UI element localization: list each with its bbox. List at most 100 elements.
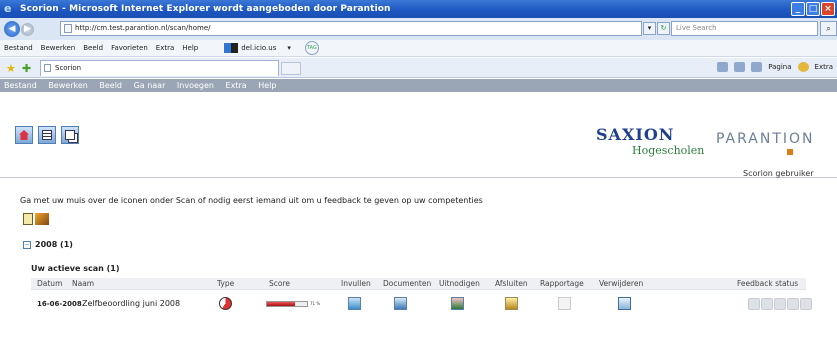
- extra-menu[interactable]: Extra: [815, 63, 833, 71]
- home-button[interactable]: [15, 126, 33, 144]
- refresh-icon[interactable]: ↻: [657, 22, 670, 35]
- feedback-status-icon: [787, 298, 799, 310]
- tab-label: Scorion: [55, 64, 82, 72]
- back-icon[interactable]: ◀: [4, 21, 20, 37]
- page-icon: [44, 64, 51, 72]
- saxion-wordmark: SAXION: [596, 125, 675, 144]
- app-menu-extra[interactable]: Extra: [226, 81, 247, 90]
- clipboard-icon[interactable]: [23, 213, 33, 225]
- copy-button[interactable]: [61, 126, 79, 144]
- list-button[interactable]: [38, 126, 56, 144]
- instruction-text: Ga met uw muis over de iconen onder Scan…: [20, 196, 483, 205]
- score-bar: [266, 301, 308, 307]
- app-menu-bar: Bestand Bewerken Beeld Ga naar Invoegen …: [0, 79, 837, 92]
- score-percentage: 71 %: [310, 301, 321, 306]
- col-verwijderen: Verwijderen: [599, 279, 644, 288]
- col-afsluiten: Afsluiten: [495, 279, 528, 288]
- app-menu-bestand[interactable]: Bestand: [4, 81, 37, 90]
- minimize-icon[interactable]: _: [791, 2, 805, 16]
- extra-gear-icon: [797, 62, 809, 72]
- active-scan-heading: Uw actieve scan (1): [31, 264, 120, 273]
- invite-people-icon[interactable]: [451, 297, 464, 310]
- tag-button[interactable]: TAG: [304, 41, 319, 55]
- menu-help[interactable]: Help: [182, 44, 198, 52]
- score-bar-fill: [267, 302, 296, 306]
- tab-bar: ★ ✚ Scorion Pagina Extra: [0, 58, 837, 78]
- saxion-subtitle: Hogescholen: [632, 144, 705, 157]
- col-documenten: Documenten: [383, 279, 432, 288]
- new-tab-button[interactable]: [281, 62, 301, 75]
- col-naam: Naam: [72, 279, 95, 288]
- documents-icon[interactable]: [394, 297, 407, 310]
- house-icon: [19, 130, 29, 140]
- table-row[interactable]: 16-06-2008 Zelfbeoordling juni 2008 71 %: [31, 292, 812, 316]
- pagina-menu[interactable]: Pagina: [768, 63, 791, 71]
- maximize-icon[interactable]: □: [806, 2, 820, 16]
- col-feedback-status: Feedback status: [737, 279, 799, 288]
- window-title: Scorion - Microsoft Internet Explorer wo…: [20, 4, 391, 14]
- feeds-icon[interactable]: [734, 62, 746, 72]
- app-menu-ga-naar[interactable]: Ga naar: [134, 81, 166, 90]
- forward-icon[interactable]: ▶: [21, 22, 34, 36]
- menu-bestand[interactable]: Bestand: [4, 44, 33, 52]
- lock-icon[interactable]: [505, 297, 518, 310]
- close-icon[interactable]: ×: [821, 2, 835, 16]
- app-menu-help[interactable]: Help: [258, 81, 276, 90]
- menu-bewerken[interactable]: Bewerken: [41, 44, 76, 52]
- command-bar: Pagina Extra: [717, 62, 833, 72]
- col-type: Type: [217, 279, 235, 288]
- print-icon[interactable]: [751, 62, 763, 72]
- year-group-header[interactable]: − 2008 (1): [23, 240, 73, 249]
- col-rapportage: Rapportage: [540, 279, 584, 288]
- action-icons: [23, 213, 49, 225]
- table-header: Datum Naam Type Score Invullen Documente…: [31, 278, 806, 290]
- app-menu-beeld[interactable]: Beeld: [99, 81, 122, 90]
- pie-chart-icon[interactable]: [219, 297, 232, 310]
- delicious-icon: [224, 43, 239, 53]
- copy-icon: [65, 130, 75, 140]
- user-name[interactable]: Scorion gebruiker: [743, 169, 814, 178]
- url-text: http://cm.test.parantion.nl/scan/home/: [75, 24, 211, 32]
- app-menu-bewerken[interactable]: Bewerken: [48, 81, 88, 90]
- menu-favorieten[interactable]: Favorieten: [111, 44, 148, 52]
- favorites-star-icon[interactable]: ★: [6, 62, 16, 75]
- menu-extra[interactable]: Extra: [156, 44, 174, 52]
- tab-scorion[interactable]: Scorion: [40, 60, 279, 76]
- ie-logo-icon: e: [4, 2, 12, 15]
- list-icon: [42, 130, 52, 140]
- feedback-status-icon: [748, 298, 760, 310]
- feedback-status-icon: [774, 298, 786, 310]
- col-score: Score: [269, 279, 291, 288]
- browser-menu-bar: Bestand Bewerken Beeld Favorieten Extra …: [0, 40, 837, 57]
- app-menu-invoegen[interactable]: Invoegen: [177, 81, 214, 90]
- add-favorite-icon[interactable]: ✚: [22, 62, 31, 75]
- address-bar: ◀ ▶ http://cm.test.parantion.nl/scan/hom…: [0, 18, 837, 40]
- search-icon[interactable]: ⌕: [820, 21, 837, 36]
- parantion-logo: PARANTION: [716, 131, 815, 147]
- fill-in-icon[interactable]: [348, 297, 361, 310]
- feedback-status-icon: [761, 298, 773, 310]
- window-title-bar: e Scorion - Microsoft Internet Explorer …: [0, 0, 837, 18]
- delicious-label: del.icio.us: [241, 44, 277, 52]
- menu-beeld[interactable]: Beeld: [83, 44, 103, 52]
- delete-icon[interactable]: [618, 297, 631, 310]
- feedback-status-icon: [800, 298, 812, 310]
- delicious-button[interactable]: del.icio.us ▾: [224, 43, 299, 53]
- app-header: SAXION Hogescholen PARANTION Scorion geb…: [0, 92, 837, 178]
- url-dropdown-icon[interactable]: ▾: [643, 22, 656, 35]
- collapse-icon[interactable]: −: [23, 240, 31, 249]
- report-icon: [558, 297, 571, 310]
- col-invullen: Invullen: [341, 279, 371, 288]
- url-field[interactable]: http://cm.test.parantion.nl/scan/home/: [60, 21, 642, 36]
- invite-icon[interactable]: [35, 213, 49, 225]
- home-icon[interactable]: [717, 62, 729, 72]
- year-group-label: 2008 (1): [35, 240, 73, 249]
- parantion-logo-mark: [787, 149, 793, 155]
- chevron-down-icon: ▾: [287, 44, 291, 52]
- page-icon: [64, 24, 72, 33]
- row-naam[interactable]: Zelfbeoordling juni 2008: [82, 299, 180, 308]
- col-uitnodigen: Uitnodigen: [439, 279, 480, 288]
- window-controls: _ □ ×: [791, 2, 835, 16]
- row-datum: 16-06-2008: [37, 300, 82, 308]
- search-input[interactable]: Live Search: [671, 21, 818, 36]
